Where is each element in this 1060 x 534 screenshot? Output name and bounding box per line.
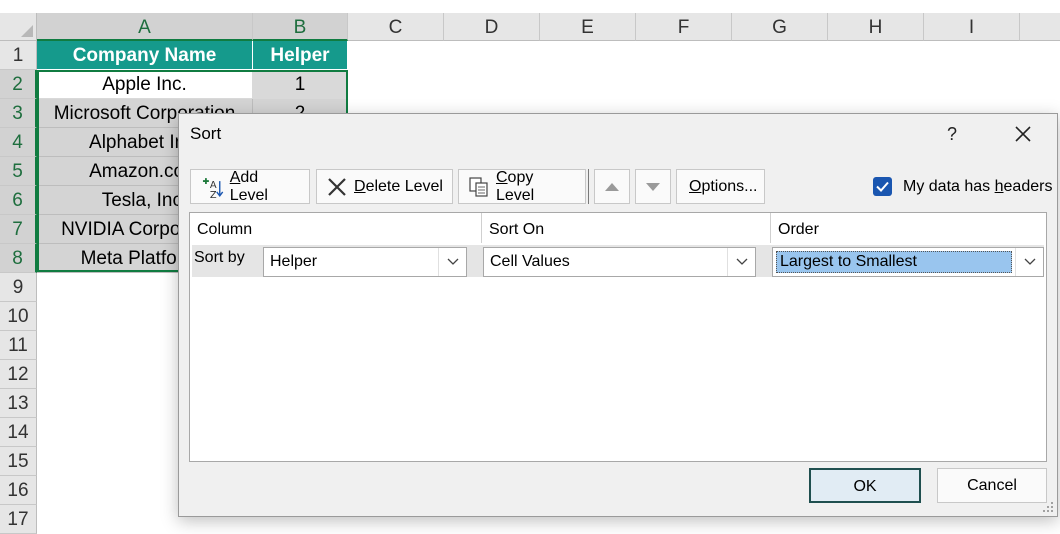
add-level-icon: A Z: [202, 177, 224, 199]
row-header-17[interactable]: 17: [0, 505, 37, 534]
row-header-12[interactable]: 12: [0, 360, 37, 389]
cell-a1[interactable]: Company Name: [37, 41, 253, 70]
cell-b2[interactable]: 1: [253, 70, 348, 99]
column-select-value: Helper: [270, 253, 318, 270]
select-all-triangle-icon: [21, 25, 33, 37]
row-header-1[interactable]: 1: [0, 41, 37, 70]
order-select-dropdown[interactable]: [1015, 248, 1043, 276]
dialog-titlebar[interactable]: Sort ?: [179, 114, 1057, 154]
dialog-title: Sort: [190, 124, 222, 143]
row-header-6[interactable]: 6: [0, 186, 37, 215]
row-header-9[interactable]: 9: [0, 273, 37, 302]
chevron-down-icon: [736, 258, 747, 265]
chevron-down-icon: [1024, 258, 1035, 265]
column-header-i[interactable]: I: [924, 13, 1020, 41]
move-down-button[interactable]: [635, 169, 671, 204]
sort-on-select-dropdown[interactable]: [727, 248, 755, 276]
copy-level-icon: [469, 176, 488, 197]
help-button[interactable]: ?: [940, 122, 964, 146]
sort-dialog: Sort ? A Z Add Level Delete Level Copy L…: [178, 113, 1058, 517]
cell-b1[interactable]: Helper: [253, 41, 348, 70]
ok-button[interactable]: OK: [809, 468, 921, 503]
checkbox-checked-icon: [876, 181, 889, 192]
row-header-5[interactable]: 5: [0, 157, 37, 186]
row-header-14[interactable]: 14: [0, 418, 37, 447]
row-header-2[interactable]: 2: [0, 70, 37, 99]
column-header-b[interactable]: B: [253, 13, 348, 41]
delete-level-icon: [328, 177, 346, 196]
column-header-c[interactable]: C: [348, 13, 444, 41]
row-header-7[interactable]: 7: [0, 215, 37, 244]
sort-on-select-value: Cell Values: [490, 253, 570, 270]
row-header-10[interactable]: 10: [0, 302, 37, 331]
copy-level-label: Copy Level: [495, 168, 535, 204]
headers-checkbox-label[interactable]: My data has headers: [903, 178, 1052, 196]
sort-levels-grid: Column Sort On Order Sort by Helper Cell…: [189, 212, 1047, 462]
row-header-11[interactable]: 11: [0, 331, 37, 360]
options-button[interactable]: Options...: [676, 169, 765, 204]
sort-by-label: Sort by: [194, 249, 245, 266]
column-select[interactable]: Helper: [263, 247, 467, 277]
move-up-icon: [605, 182, 619, 191]
close-icon: [1015, 126, 1031, 142]
resize-grip-icon[interactable]: [1042, 501, 1054, 513]
row-header-8[interactable]: 8: [0, 244, 37, 273]
toolbar-separator: [588, 169, 589, 204]
svg-text:Z: Z: [210, 189, 217, 198]
cell-a2[interactable]: Apple Inc.: [37, 70, 253, 99]
column-header-e[interactable]: E: [540, 13, 636, 41]
column-header-a[interactable]: A: [37, 13, 253, 41]
delete-level-button[interactable]: Delete Level: [316, 169, 453, 204]
sort-on-select[interactable]: Cell Values: [483, 247, 756, 277]
grid-header-order: Order: [778, 221, 819, 238]
chevron-down-icon: [447, 258, 458, 265]
cancel-button[interactable]: Cancel: [937, 468, 1047, 503]
headers-checkbox[interactable]: [873, 177, 892, 196]
row-header-15[interactable]: 15: [0, 447, 37, 476]
column-header-h[interactable]: H: [828, 13, 924, 41]
options-label: Options...: [689, 177, 758, 195]
row-header-4[interactable]: 4: [0, 128, 37, 157]
delete-level-label: Delete Level: [354, 177, 443, 195]
order-select-value: Largest to Smallest: [776, 251, 1012, 273]
row-header-13[interactable]: 13: [0, 389, 37, 418]
move-down-icon: [646, 182, 660, 191]
move-up-button[interactable]: [594, 169, 630, 204]
column-header-j[interactable]: [1020, 13, 1060, 41]
select-all-corner[interactable]: [0, 13, 37, 41]
column-select-dropdown[interactable]: [438, 248, 466, 276]
add-level-label: Add Level: [229, 168, 268, 204]
grid-header-sort-on: Sort On: [482, 213, 771, 243]
copy-level-button[interactable]: Copy Level: [458, 169, 586, 204]
order-select[interactable]: Largest to Smallest: [772, 247, 1044, 277]
row-header-16[interactable]: 16: [0, 476, 37, 505]
grid-header-column: Column: [190, 213, 482, 243]
column-header-f[interactable]: F: [636, 13, 732, 41]
close-button[interactable]: [1011, 122, 1035, 146]
column-header-g[interactable]: G: [732, 13, 828, 41]
row-header-3[interactable]: 3: [0, 99, 37, 128]
column-header-d[interactable]: D: [444, 13, 540, 41]
add-level-button[interactable]: A Z Add Level: [190, 169, 310, 204]
